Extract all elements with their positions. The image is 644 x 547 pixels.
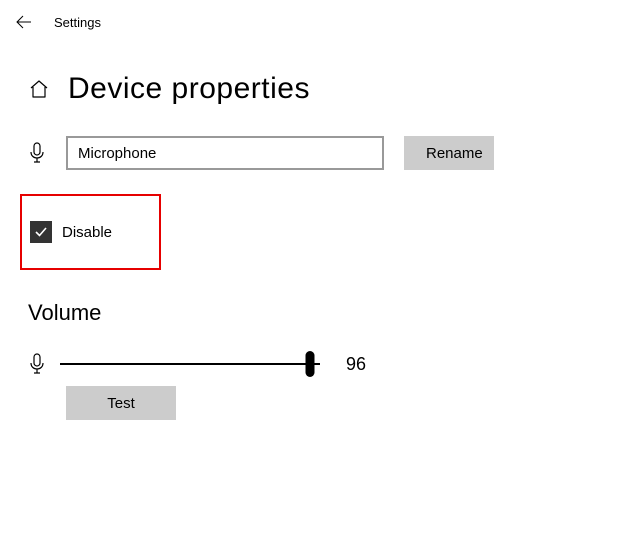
home-icon[interactable] <box>28 78 50 100</box>
slider-track <box>60 363 320 365</box>
header-title: Settings <box>54 15 101 30</box>
disable-checkbox[interactable]: Disable <box>30 221 112 243</box>
microphone-icon <box>28 352 46 376</box>
page-title: Device properties <box>68 72 310 106</box>
test-button[interactable]: Test <box>66 386 176 420</box>
rename-button[interactable]: Rename <box>404 136 494 170</box>
slider-thumb[interactable] <box>305 351 314 377</box>
microphone-icon <box>28 141 46 165</box>
disable-label: Disable <box>62 224 112 241</box>
volume-value: 96 <box>346 354 366 375</box>
back-button[interactable] <box>16 14 32 30</box>
volume-slider[interactable] <box>60 352 320 376</box>
arrow-left-icon <box>16 14 32 30</box>
checkmark-icon <box>33 224 49 240</box>
volume-section-title: Volume <box>28 300 614 326</box>
checkbox-box <box>30 221 52 243</box>
highlight-annotation: Disable <box>20 194 161 270</box>
device-name-input[interactable] <box>66 136 384 170</box>
